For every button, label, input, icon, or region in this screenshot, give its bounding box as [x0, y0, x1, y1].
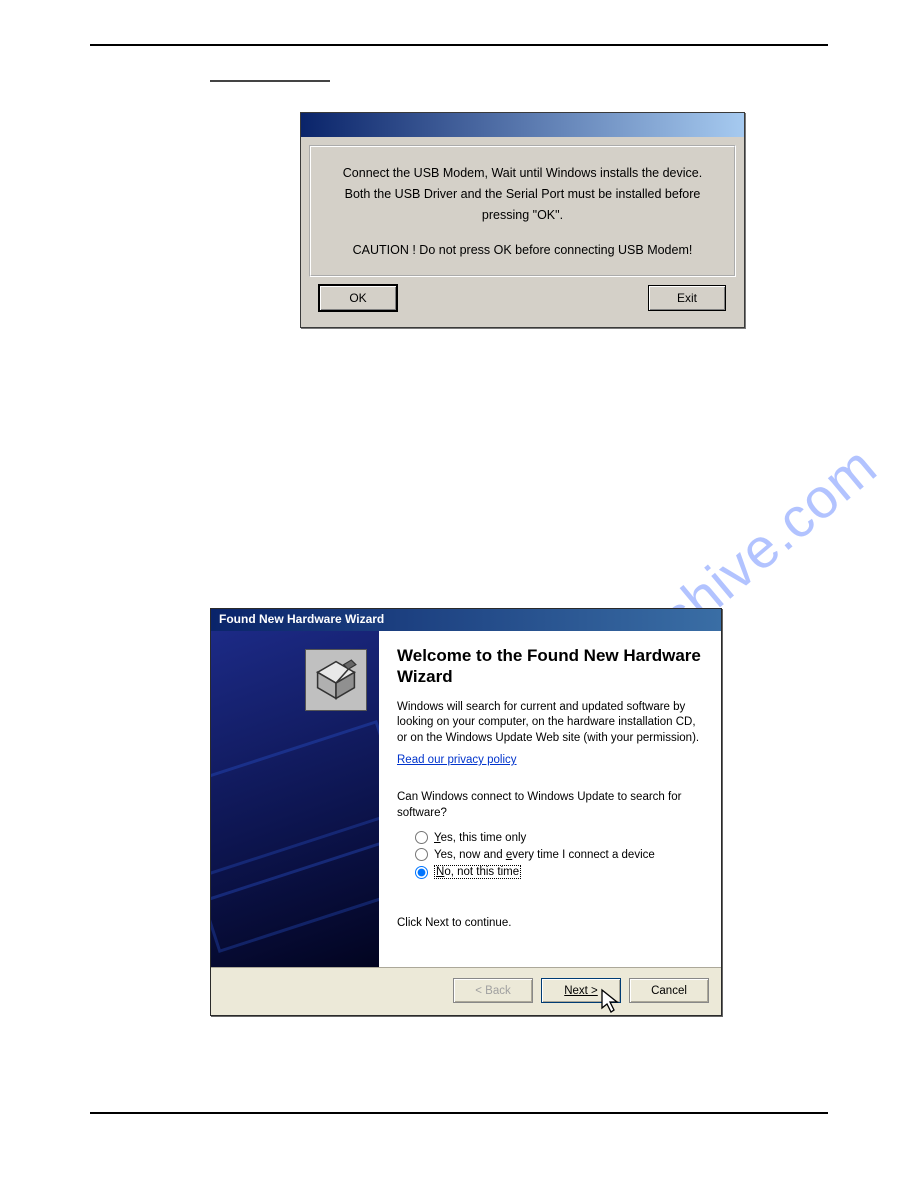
- dialog-titlebar[interactable]: [301, 113, 744, 137]
- hardware-icon: [305, 649, 367, 711]
- next-button[interactable]: Next >: [541, 978, 621, 1003]
- connect-usb-dialog: Connect the USB Modem, Wait until Window…: [300, 112, 745, 328]
- dialog-caution-text: CAUTION ! Do not press OK before connect…: [321, 242, 724, 259]
- section-underline: [210, 80, 330, 82]
- wizard-continue-text: Click Next to continue.: [397, 917, 703, 929]
- dialog-text-line: pressing "OK".: [321, 207, 724, 224]
- found-new-hardware-wizard: Found New Hardware Wizard Welcome to the…: [210, 608, 722, 1016]
- radio-yes-once[interactable]: Yes, this time only: [415, 831, 703, 844]
- radio-input[interactable]: [415, 848, 428, 861]
- wizard-button-row: < Back Next > Cancel: [211, 967, 721, 1015]
- exit-button[interactable]: Exit: [648, 285, 726, 311]
- wizard-titlebar[interactable]: Found New Hardware Wizard: [211, 609, 721, 631]
- radio-no[interactable]: No, not this time: [415, 865, 703, 879]
- radio-yes-always[interactable]: Yes, now and every time I connect a devi…: [415, 848, 703, 861]
- dialog-button-row: OK Exit: [301, 285, 744, 327]
- wizard-heading: Welcome to the Found New Hardware Wizard: [397, 645, 703, 688]
- bottom-horizontal-rule: [90, 1112, 828, 1114]
- radio-group: Yes, this time only Yes, now and every t…: [415, 831, 703, 879]
- ok-button[interactable]: OK: [319, 285, 397, 311]
- dialog-text-line: Both the USB Driver and the Serial Port …: [321, 186, 724, 203]
- wizard-description: Windows will search for current and upda…: [397, 700, 703, 747]
- radio-input[interactable]: [415, 866, 428, 879]
- dialog-text-line: Connect the USB Modem, Wait until Window…: [321, 165, 724, 182]
- wizard-main-panel: Welcome to the Found New Hardware Wizard…: [379, 631, 721, 967]
- cancel-button[interactable]: Cancel: [629, 978, 709, 1003]
- dialog-body: Connect the USB Modem, Wait until Window…: [309, 145, 736, 277]
- wizard-question: Can Windows connect to Windows Update to…: [397, 790, 703, 821]
- back-button: < Back: [453, 978, 533, 1003]
- top-horizontal-rule: [90, 44, 828, 46]
- privacy-policy-link[interactable]: Read our privacy policy: [397, 754, 517, 766]
- radio-input[interactable]: [415, 831, 428, 844]
- wizard-side-banner: [211, 631, 379, 967]
